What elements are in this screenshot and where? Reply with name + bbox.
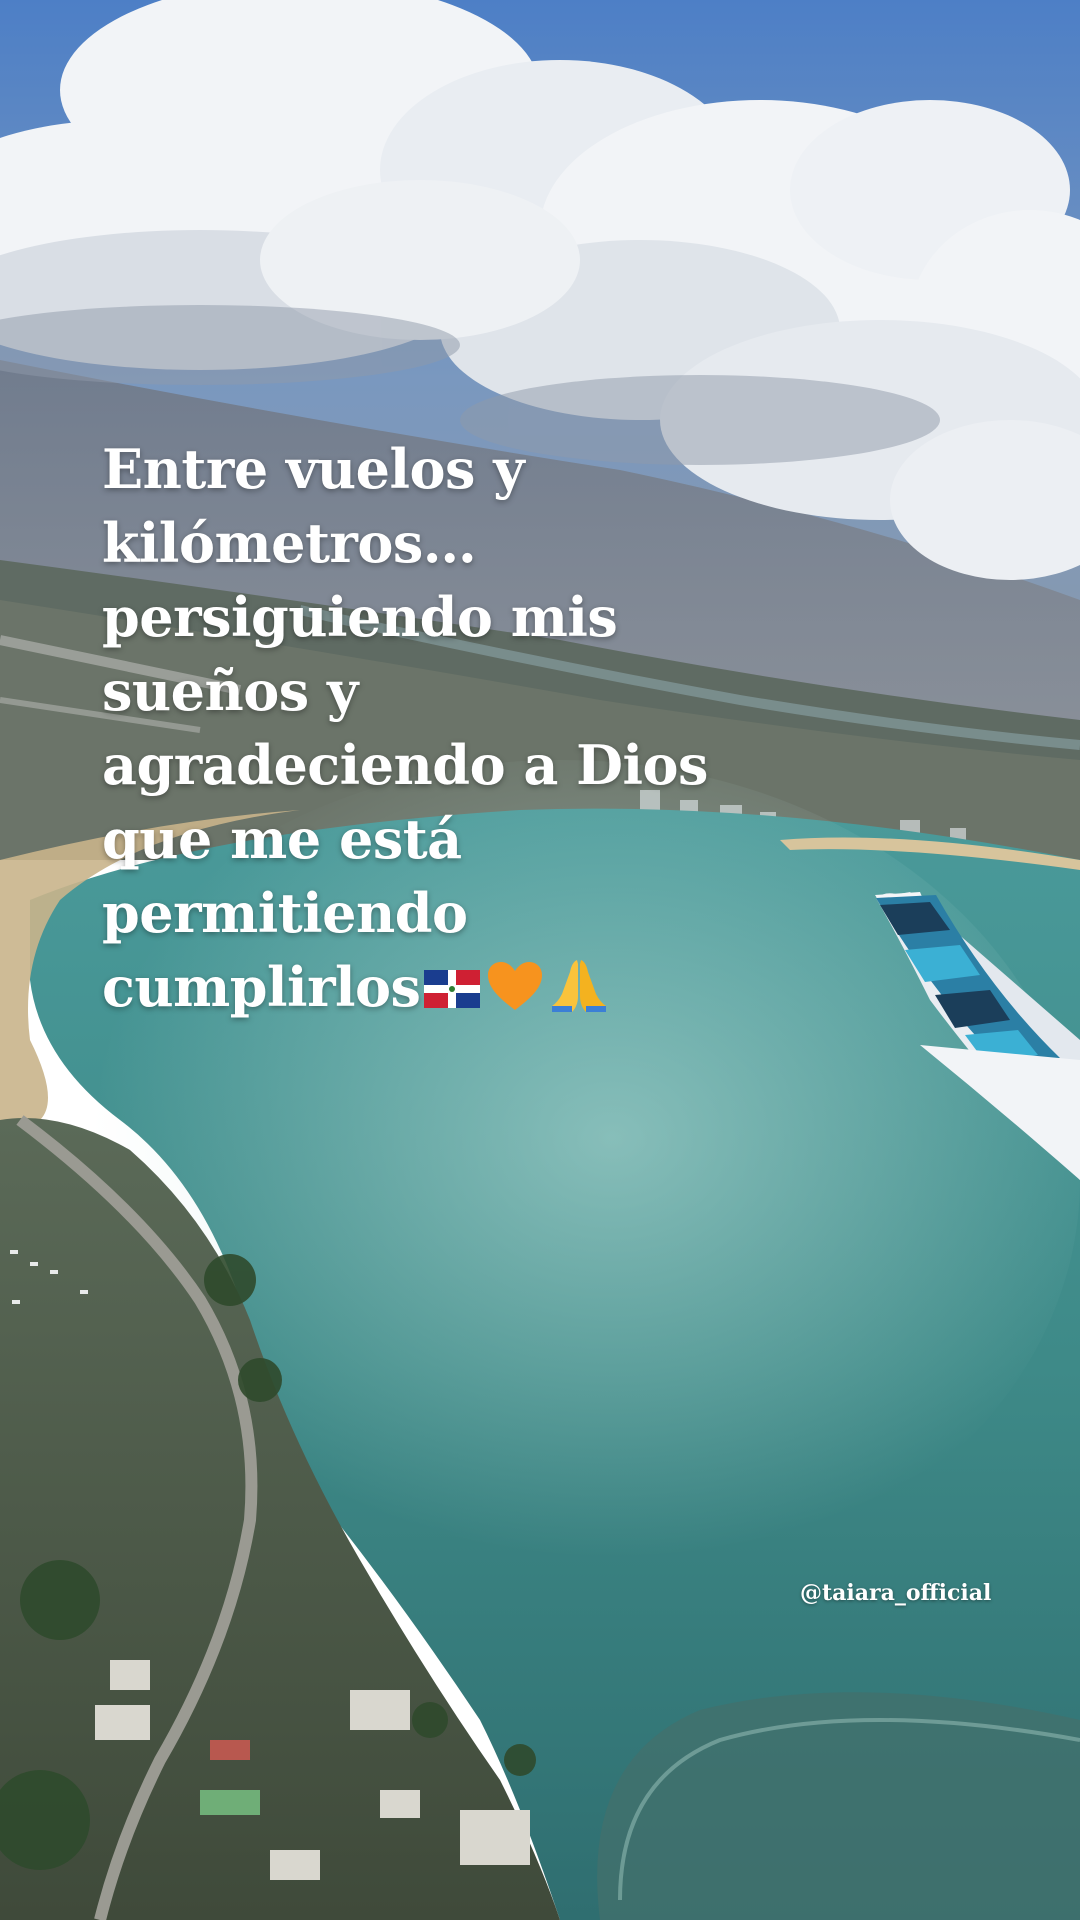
orange-heart-icon	[488, 962, 543, 1010]
caption-text: Entre vuelos y kilómetros… persiguiendo …	[102, 437, 708, 1019]
folded-hands-icon	[552, 960, 607, 1012]
caption-emojis	[420, 959, 608, 1019]
account-handle: @taiara_official	[800, 1580, 992, 1606]
story-caption: Entre vuelos y kilómetros… persiguiendo …	[102, 432, 822, 1026]
dominican-republic-flag-icon	[424, 970, 481, 1008]
